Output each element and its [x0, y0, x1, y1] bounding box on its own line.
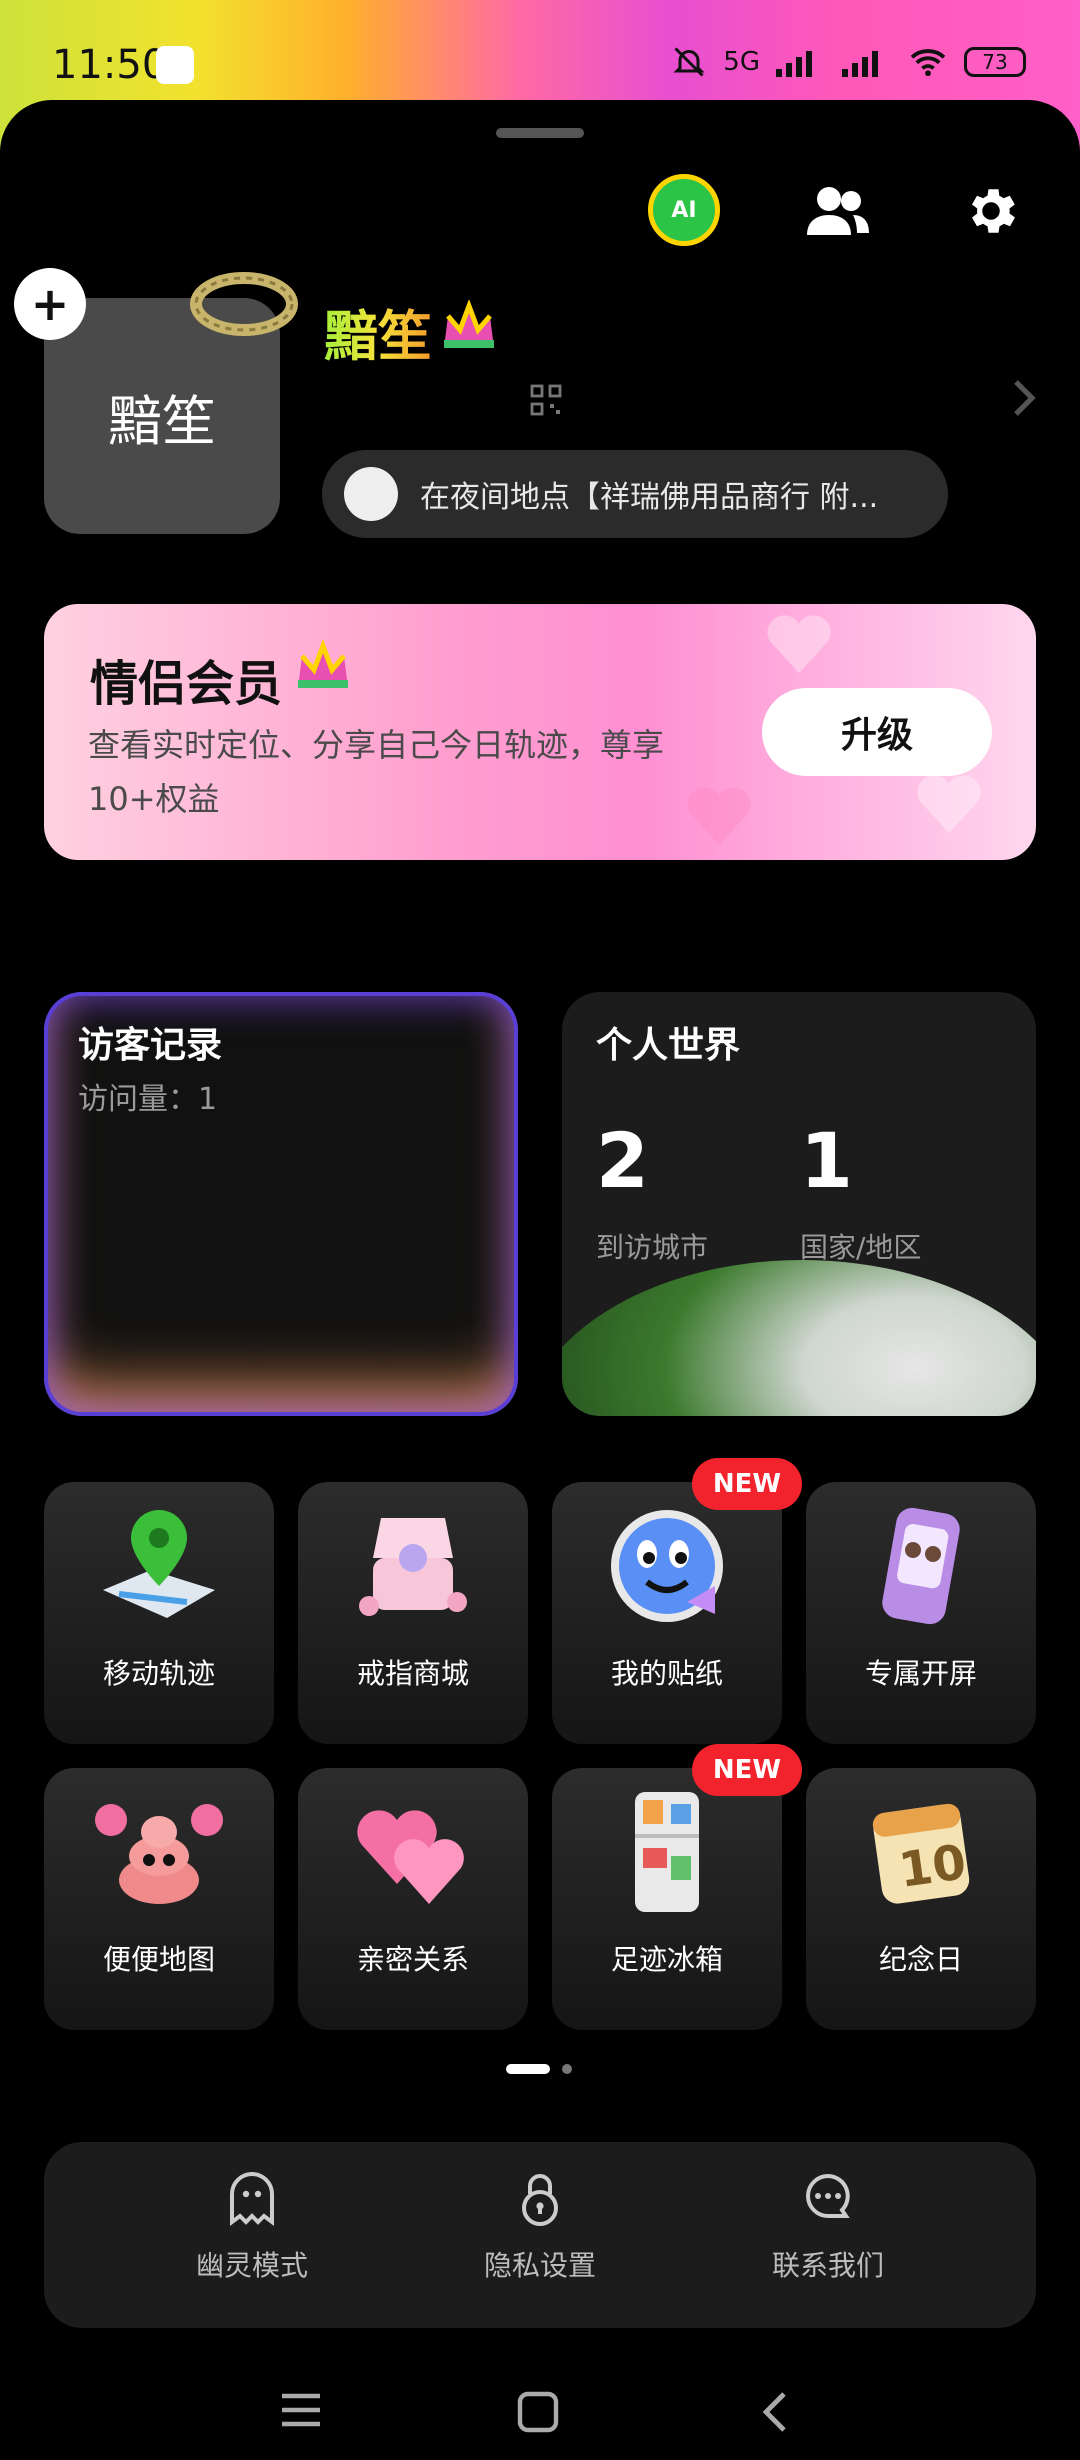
location-avatar-icon — [344, 467, 398, 521]
tile-my-stickers[interactable]: 我的贴纸 — [552, 1482, 782, 1744]
tile-label: 足迹冰箱 — [610, 1943, 723, 1976]
ghost-icon — [230, 2172, 274, 2226]
crown-icon — [298, 640, 348, 688]
qr-code-icon[interactable] — [530, 384, 562, 416]
mute-bell-icon — [673, 47, 705, 77]
lock-icon — [522, 2174, 558, 2226]
system-nav-bar — [0, 2360, 1080, 2460]
ghost-mode-label: 幽灵模式 — [195, 2249, 308, 2282]
privacy-settings-label: 隐私设置 — [483, 2249, 596, 2282]
home-icon[interactable] — [516, 2390, 560, 2434]
back-icon[interactable] — [760, 2390, 790, 2434]
app-notification-icon — [156, 46, 194, 84]
poop-mascot-icon — [95, 1804, 223, 1904]
page-dot-active — [506, 2064, 550, 2074]
upgrade-button[interactable]: 升级 — [762, 688, 992, 776]
world-title: 个人世界 — [596, 1025, 741, 1066]
bottom-actions: 幽灵模式 隐私设置 联系我们 — [44, 2142, 1036, 2328]
heart-deco-icon — [767, 615, 831, 674]
network-label: 5G — [723, 47, 760, 77]
tile-label: 亲密关系 — [356, 1943, 469, 1976]
laurel-ring-icon — [190, 272, 298, 336]
vip-description: 查看实时定位、分享自己今日轨迹，尊享10+权益 — [88, 726, 665, 818]
signal-icon — [776, 51, 812, 77]
tile-label: 我的贴纸 — [610, 1657, 723, 1690]
visitor-count: 访问量：1 — [78, 1082, 218, 1117]
tile-label: 专属开屏 — [864, 1657, 977, 1690]
chevron-right-icon[interactable] — [1010, 378, 1038, 418]
hearts-icon — [357, 1810, 464, 1904]
personal-world-card[interactable]: 个人世界 2 1 到访城市 国家/地区 — [562, 992, 1036, 1416]
visitor-records-card[interactable]: 访客记录 访问量：1 — [44, 992, 518, 1416]
privacy-settings-button[interactable]: 隐私设置 — [440, 2170, 640, 2284]
tile-splash-screen[interactable]: 专属开屏 — [806, 1482, 1036, 1744]
ghost-mode-button[interactable]: 幽灵模式 — [152, 2170, 352, 2284]
new-badge: NEW — [692, 1744, 802, 1796]
add-button[interactable]: + — [14, 268, 86, 340]
countries-count: 1 — [800, 1116, 853, 1205]
svg-text:10: 10 — [896, 1834, 970, 1899]
couple-vip-banner[interactable]: 情侣会员 查看实时定位、分享自己今日轨迹，尊享10+权益 升级 — [44, 604, 1036, 860]
cities-label: 到访城市 — [596, 1231, 709, 1264]
tile-label: 纪念日 — [878, 1943, 963, 1976]
crown-icon — [444, 300, 494, 348]
phone-screen-icon — [882, 1507, 960, 1625]
tile-label: 移动轨迹 — [102, 1657, 215, 1690]
heart-deco-icon — [687, 787, 751, 846]
sticker-face-icon — [611, 1510, 723, 1622]
tile-intimacy[interactable]: 亲密关系 — [298, 1768, 528, 2030]
heart-deco-icon — [917, 775, 981, 834]
location-text: 在夜间地点【祥瑞佛用品商行 附... — [420, 480, 879, 515]
settings-gear-icon[interactable] — [958, 178, 1024, 244]
friends-icon[interactable] — [804, 178, 870, 244]
countries-label: 国家/地区 — [800, 1231, 922, 1264]
battery-indicator: 73 — [964, 47, 1026, 77]
status-time: 11:50 — [52, 42, 168, 88]
ai-badge-icon[interactable]: AI — [648, 174, 720, 246]
tile-label: 戒指商城 — [356, 1657, 469, 1690]
tile-label: 便便地图 — [102, 1943, 215, 1976]
chat-bubble-icon — [806, 2173, 850, 2218]
new-badge: NEW — [692, 1458, 802, 1510]
fridge-icon — [635, 1792, 699, 1912]
tile-anniversary[interactable]: 10 纪念日 — [806, 1768, 1036, 2030]
tile-ring-mall[interactable]: 戒指商城 — [298, 1482, 528, 1744]
tile-poop-map[interactable]: 便便地图 — [44, 1768, 274, 2030]
tile-move-track[interactable]: 移动轨迹 — [44, 1482, 274, 1744]
page-indicator — [506, 2064, 572, 2074]
contact-us-button[interactable]: 联系我们 — [728, 2170, 928, 2284]
menu-icon[interactable] — [280, 2390, 322, 2430]
tile-footprint-fridge[interactable]: 足迹冰箱 — [552, 1768, 782, 2030]
cities-count: 2 — [596, 1116, 649, 1205]
contact-us-label: 联系我们 — [771, 2249, 884, 2282]
signal-icon-2 — [842, 51, 878, 77]
visitor-title: 访客记录 — [78, 1025, 223, 1066]
vip-title: 情侣会员 — [90, 656, 283, 712]
user-name[interactable]: 黯笙 — [324, 292, 432, 371]
wifi-icon — [910, 49, 946, 77]
ring-box-icon — [359, 1518, 467, 1616]
status-icons: 5G 73 — [671, 44, 1026, 80]
calendar-icon: 10 — [872, 1803, 970, 1904]
sheet-grabber[interactable] — [496, 128, 584, 138]
location-pill[interactable]: 在夜间地点【祥瑞佛用品商行 附... — [322, 450, 948, 538]
map-pin-icon — [103, 1510, 215, 1618]
globe-image — [562, 1260, 1036, 1416]
page-dot[interactable] — [562, 2064, 572, 2074]
